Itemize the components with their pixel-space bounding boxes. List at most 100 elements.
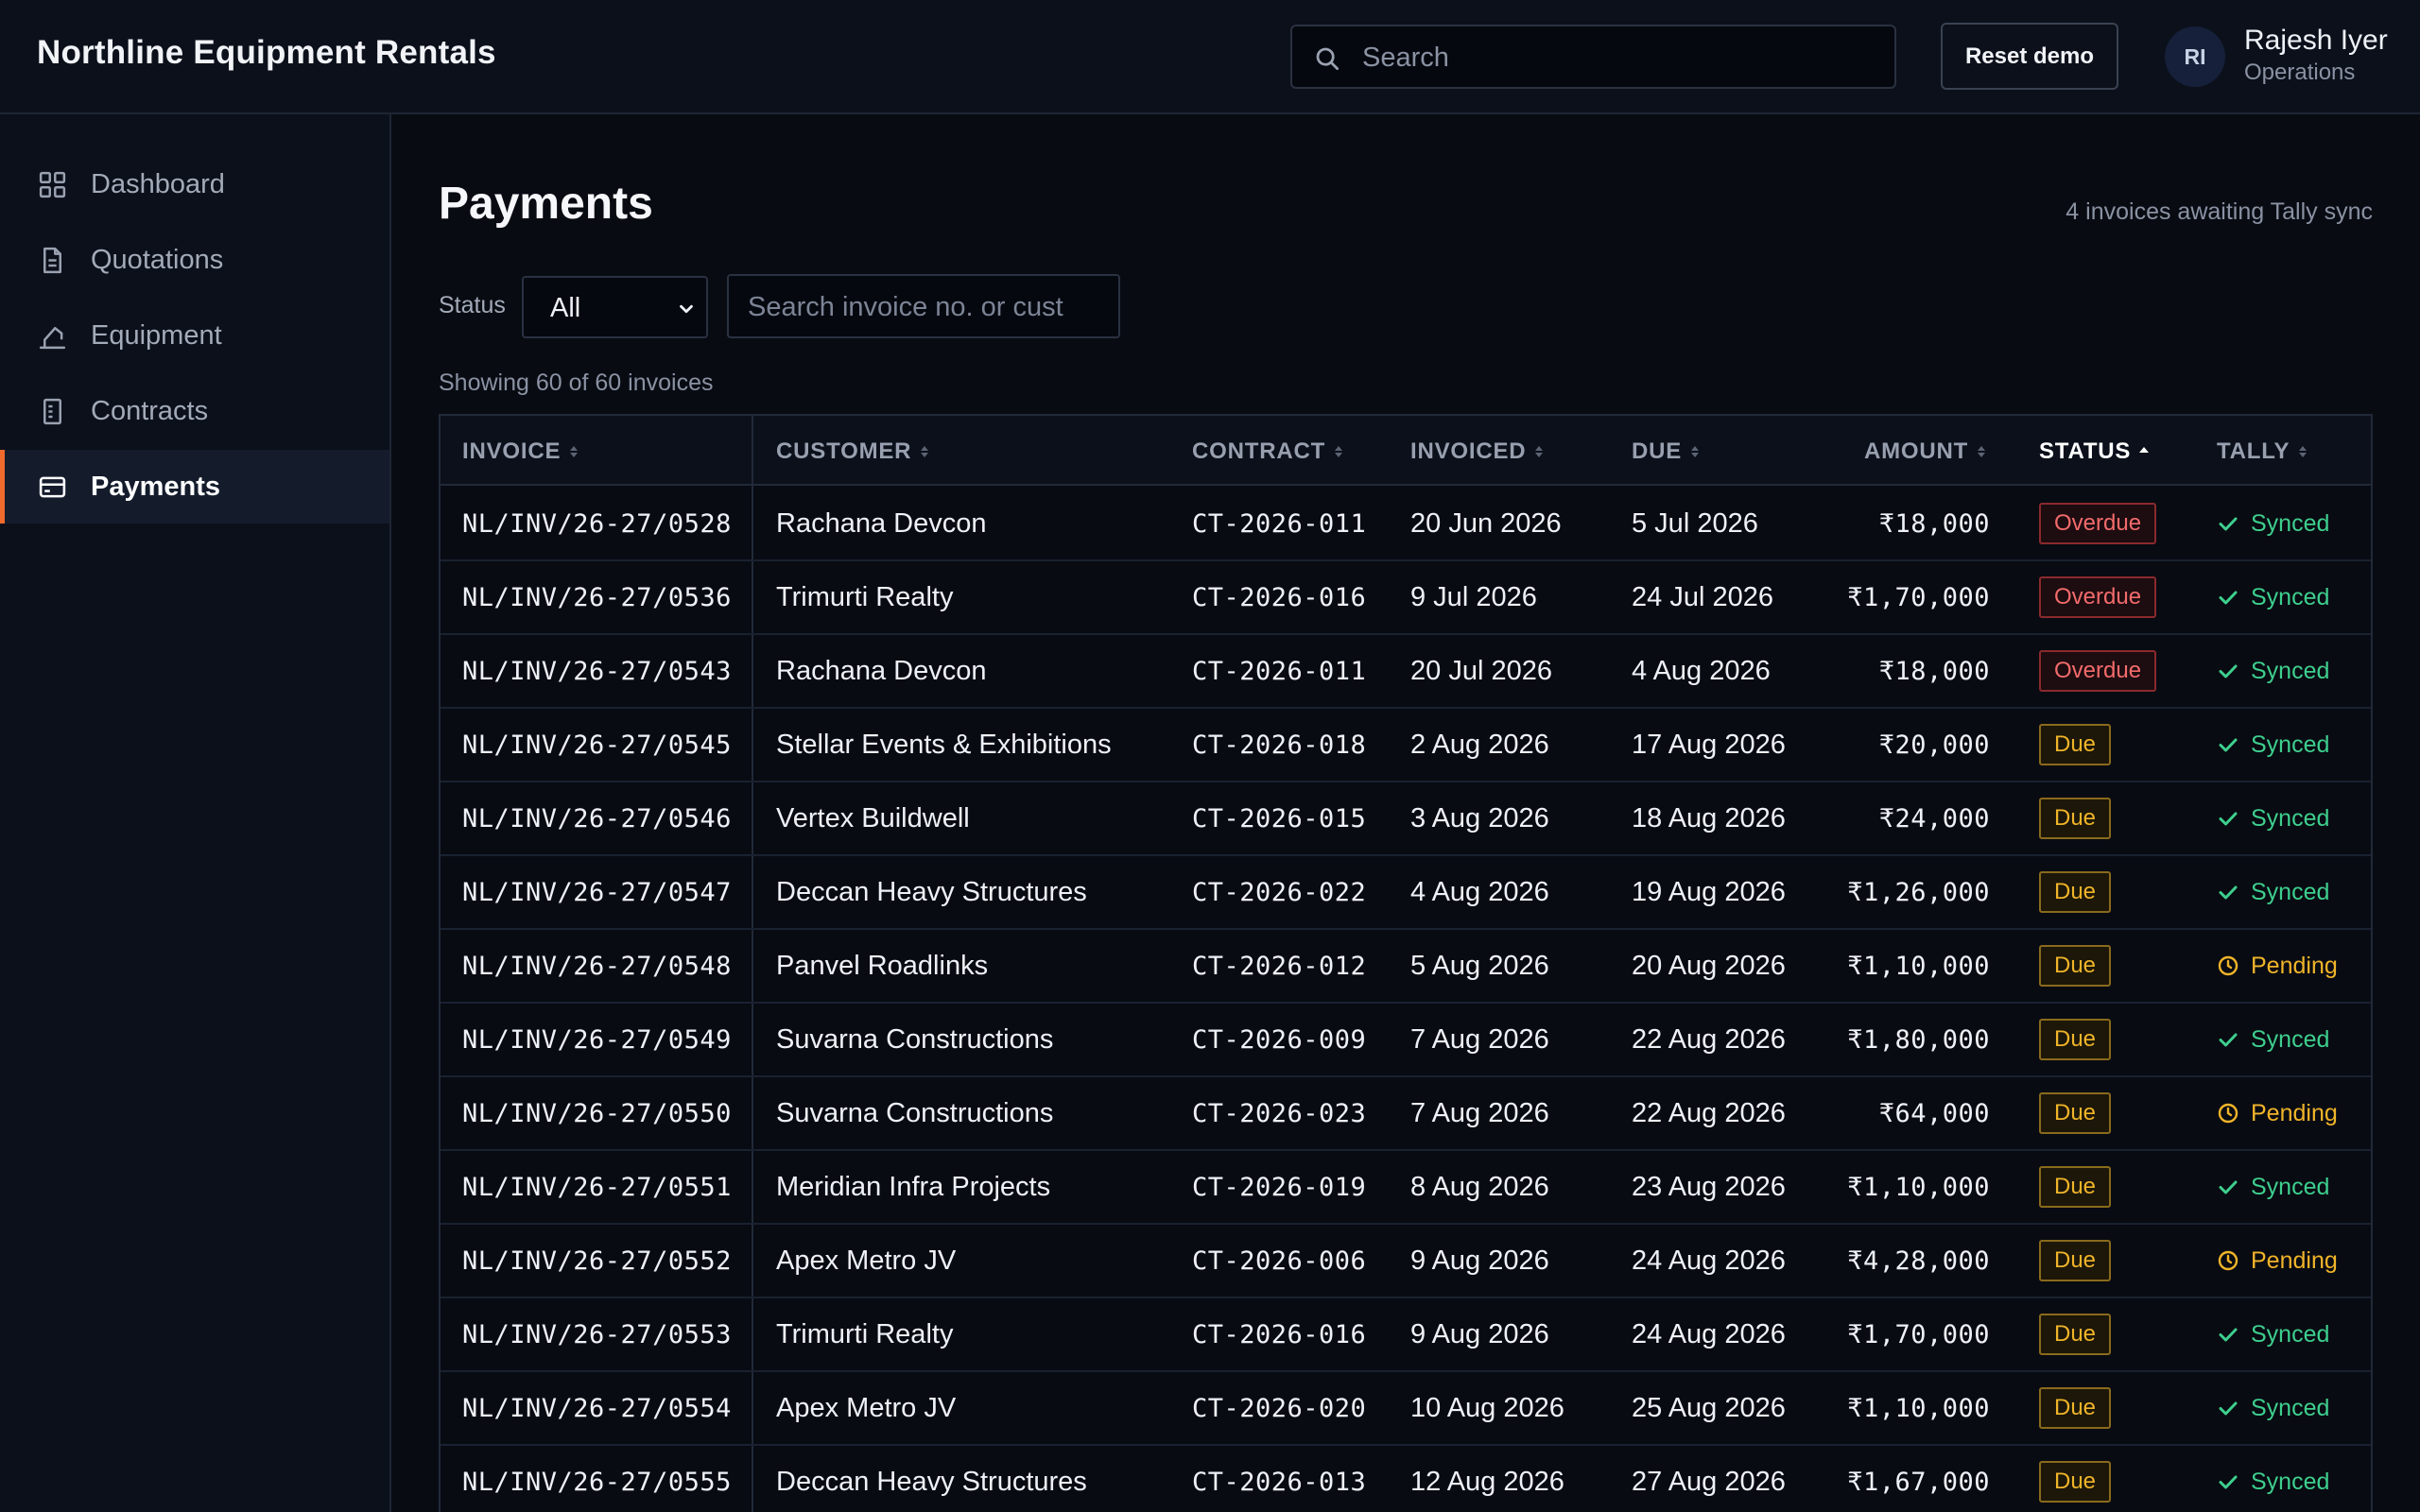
table-row[interactable]: NL/INV/26-27/0551 Meridian Infra Projects… (441, 1151, 2371, 1225)
search-placeholder: Search (1362, 43, 1449, 73)
check-icon (2219, 1180, 2238, 1194)
invoice-number[interactable]: NL/INV/26-27/0547 (462, 856, 732, 928)
column-header-contract[interactable]: CONTRACT (1192, 438, 1344, 465)
column-header-invoice[interactable]: INVOICE (462, 438, 579, 465)
invoiced-date: 20 Jul 2026 (1410, 655, 1552, 686)
sidebar-item-contracts[interactable]: Contracts (0, 374, 389, 448)
reset-demo-button[interactable]: Reset demo (1941, 23, 2118, 90)
tally-status-label: Synced (2251, 509, 2330, 537)
column-header-customer[interactable]: CUSTOMER (776, 438, 930, 465)
tally-status: Synced (2217, 1004, 2329, 1075)
invoice-number[interactable]: NL/INV/26-27/0554 (462, 1372, 732, 1444)
table-row[interactable]: NL/INV/26-27/0545 Stellar Events & Exhibi… (441, 709, 2371, 782)
card-icon (39, 476, 66, 497)
invoice-number[interactable]: NL/INV/26-27/0548 (462, 930, 732, 1002)
contract-id: CT-2026-018 (1192, 730, 1367, 760)
customer-name: Panvel Roadlinks (776, 950, 989, 981)
invoice-number[interactable]: NL/INV/26-27/0549 (462, 1004, 732, 1075)
due-date: 17 Aug 2026 (1632, 729, 1786, 760)
sidebar-item-dashboard[interactable]: Dashboard (0, 147, 389, 221)
amount: ₹20,000 (1878, 730, 1990, 760)
table-row[interactable]: NL/INV/26-27/0553 Trimurti Realty CT-2026-… (441, 1298, 2371, 1372)
column-header-amount[interactable]: AMOUNT (1864, 438, 1987, 465)
contract-id: CT-2026-020 (1192, 1393, 1367, 1423)
amount: ₹1,10,000 (1847, 951, 1990, 981)
due-date: 22 Aug 2026 (1632, 1097, 1786, 1128)
status-badge: Due (2039, 724, 2112, 765)
tally-status: Synced (2217, 1446, 2329, 1512)
app-brand[interactable]: Northline Equipment Rentals (37, 34, 496, 72)
status-badge: Due (2039, 1092, 2112, 1134)
contract-id: CT-2026-016 (1192, 582, 1367, 612)
table-row[interactable]: NL/INV/26-27/0528 Rachana Devcon CT-2026-0… (441, 488, 2371, 561)
invoiced-date: 2 Aug 2026 (1410, 729, 1549, 760)
sidebar-item-equipment[interactable]: Equipment (0, 299, 389, 372)
invoice-number[interactable]: NL/INV/26-27/0546 (462, 782, 732, 854)
invoiced-date: 10 Aug 2026 (1410, 1392, 1564, 1423)
tally-status-label: Synced (2251, 804, 2330, 832)
table-row[interactable]: NL/INV/26-27/0536 Trimurti Realty CT-2026-… (441, 561, 2371, 635)
invoice-number[interactable]: NL/INV/26-27/0552 (462, 1225, 732, 1297)
sort-icon (1335, 446, 1343, 457)
sort-icon (921, 446, 929, 457)
invoice-number[interactable]: NL/INV/26-27/0555 (462, 1446, 732, 1512)
status-filter-label: Status (439, 292, 506, 318)
invoice-number[interactable]: NL/INV/26-27/0528 (462, 488, 732, 559)
status-cell: Due (2039, 1446, 2112, 1512)
column-header-status[interactable]: STATUS (2039, 438, 2150, 465)
invoice-number[interactable]: NL/INV/26-27/0551 (462, 1151, 732, 1223)
clock-icon (2218, 955, 2238, 976)
status-badge: Due (2039, 1240, 2112, 1281)
global-search-input[interactable]: Search (1290, 25, 1896, 89)
sidebar-item-quotations[interactable]: Quotations (0, 223, 389, 297)
amount: ₹1,26,000 (1847, 877, 1990, 907)
amount: ₹1,67,000 (1847, 1467, 1990, 1497)
invoiced-date: 9 Aug 2026 (1410, 1245, 1549, 1276)
sidebar-item-label: Payments (91, 471, 221, 502)
table-row[interactable]: NL/INV/26-27/0552 Apex Metro JV CT-2026-00… (441, 1225, 2371, 1298)
invoice-search-input[interactable]: Search invoice no. or cust (727, 274, 1120, 338)
contract-id: CT-2026-019 (1192, 1172, 1367, 1202)
check-icon (2219, 517, 2238, 531)
top-bar: Northline Equipment Rentals Search Reset… (0, 0, 2420, 114)
sidebar-item-payments[interactable]: Payments (0, 450, 389, 524)
customer-name: Stellar Events & Exhibitions (776, 729, 1112, 760)
column-header-tally[interactable]: TALLY (2217, 438, 2308, 465)
tally-status: Synced (2217, 1151, 2329, 1223)
invoice-number[interactable]: NL/INV/26-27/0550 (462, 1077, 732, 1149)
column-header-invoiced[interactable]: INVOICED (1410, 438, 1545, 465)
table-row[interactable]: NL/INV/26-27/0543 Rachana Devcon CT-2026-0… (441, 635, 2371, 709)
column-header-due[interactable]: DUE (1632, 438, 1701, 465)
invoice-number[interactable]: NL/INV/26-27/0536 (462, 561, 732, 633)
invoiced-date: 20 Jun 2026 (1410, 507, 1562, 539)
amount: ₹1,70,000 (1847, 1319, 1990, 1349)
due-date: 24 Aug 2026 (1632, 1245, 1786, 1276)
invoice-number[interactable]: NL/INV/26-27/0553 (462, 1298, 732, 1370)
table-row[interactable]: NL/INV/26-27/0548 Panvel Roadlinks CT-2026… (441, 930, 2371, 1004)
due-date: 4 Aug 2026 (1632, 655, 1771, 686)
invoice-number[interactable]: NL/INV/26-27/0543 (462, 635, 732, 707)
page-title: Payments (439, 179, 653, 229)
check-icon (2219, 591, 2238, 605)
invoice-number[interactable]: NL/INV/26-27/0545 (462, 709, 732, 781)
invoiced-date: 8 Aug 2026 (1410, 1171, 1549, 1202)
table-row[interactable]: NL/INV/26-27/0554 Apex Metro JV CT-2026-02… (441, 1372, 2371, 1446)
table-row[interactable]: NL/INV/26-27/0549 Suvarna Constructions CT… (441, 1004, 2371, 1077)
table-row[interactable]: NL/INV/26-27/0550 Suvarna Constructions CT… (441, 1077, 2371, 1151)
status-filter-select[interactable]: All (522, 276, 708, 338)
contract-id: CT-2026-013 (1192, 1467, 1367, 1497)
customer-name: Deccan Heavy Structures (776, 876, 1087, 907)
avatar[interactable]: RI (2165, 26, 2225, 87)
user-role: Operations (2244, 60, 2356, 85)
check-icon (2219, 1033, 2238, 1047)
table-row[interactable]: NL/INV/26-27/0547 Deccan Heavy Structures… (441, 856, 2371, 930)
customer-name: Apex Metro JV (776, 1245, 957, 1276)
due-date: 27 Aug 2026 (1632, 1466, 1786, 1497)
status-cell: Due (2039, 1372, 2112, 1444)
status-cell: Due (2039, 1298, 2112, 1370)
table-row[interactable]: NL/INV/26-27/0546 Vertex Buildwell CT-2026… (441, 782, 2371, 856)
customer-name: Rachana Devcon (776, 507, 987, 539)
due-date: 25 Aug 2026 (1632, 1392, 1786, 1423)
table-row[interactable]: NL/INV/26-27/0555 Deccan Heavy Structures… (441, 1446, 2371, 1512)
amount: ₹18,000 (1878, 656, 1990, 686)
